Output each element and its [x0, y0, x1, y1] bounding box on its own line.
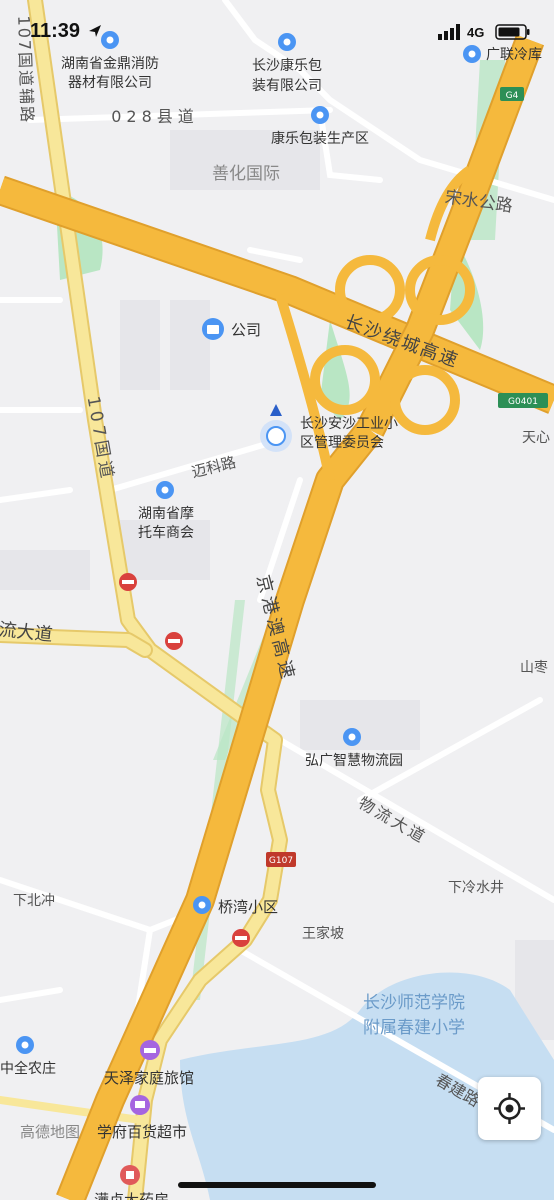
- area-label-normal-2: 附属春建小学: [363, 1018, 465, 1038]
- poi-company[interactable]: 公司: [202, 318, 261, 340]
- map-canvas[interactable]: G4 G0401 G107 107国道 107国道辅路 028县道 宋水公路 长…: [0, 0, 554, 1200]
- road-label-county: 028县道: [111, 107, 199, 126]
- place-label-xialengshuijing: 下冷水井: [448, 880, 504, 896]
- g107-shield-label: G107: [269, 856, 293, 866]
- network-type: 4G: [467, 25, 485, 40]
- place-label-shanzao: 山枣: [520, 660, 548, 676]
- poi-label: 弘广智慧物流园: [305, 753, 403, 769]
- g4-shield-label: G4: [506, 91, 519, 101]
- locate-icon: [494, 1093, 525, 1124]
- battery-icon: [495, 24, 530, 40]
- poi-label: 器材有限公司: [68, 75, 152, 91]
- poi-label: 桥湾小区: [218, 898, 278, 916]
- signal-icon: [438, 24, 460, 40]
- poi-label: 湖南省摩: [138, 505, 194, 522]
- location-arrow-icon: [89, 25, 101, 37]
- poi-label: 装有限公司: [252, 78, 322, 94]
- place-label-wangjiapo: 王家坡: [302, 925, 344, 942]
- poi-label: 学府百货超市: [97, 1123, 187, 1141]
- status-time: 11:39: [30, 20, 81, 42]
- place-label-tianxin: 天心: [522, 430, 550, 446]
- poi-label: 托车商会: [138, 524, 194, 541]
- status-bar: 11:39 4G: [0, 0, 554, 64]
- poi-label: 区管理委员会: [300, 435, 384, 451]
- place-label-xiabeichong: 下北冲: [13, 893, 55, 909]
- poi-label: 中全农庄: [0, 1060, 56, 1077]
- area-label-normal-1: 长沙师范学院: [363, 993, 465, 1013]
- poi-label: 公司: [231, 321, 261, 339]
- area-label-shanhua: 善化国际: [212, 164, 280, 184]
- locate-button[interactable]: [478, 1077, 541, 1140]
- home-indicator[interactable]: [178, 1182, 376, 1188]
- user-avatar-icon: [266, 426, 286, 446]
- map-watermark: 高德地图: [20, 1123, 80, 1141]
- poi-label: 满贞大药房: [94, 1191, 169, 1200]
- poi-label: 天泽家庭旅馆: [104, 1069, 194, 1087]
- poi-label: 长沙安沙工业小: [300, 416, 398, 432]
- g0401-shield-label: G0401: [508, 397, 538, 407]
- poi-label: 康乐包装生产区: [271, 130, 369, 147]
- poi-qiaowan[interactable]: 桥湾小区: [193, 896, 278, 916]
